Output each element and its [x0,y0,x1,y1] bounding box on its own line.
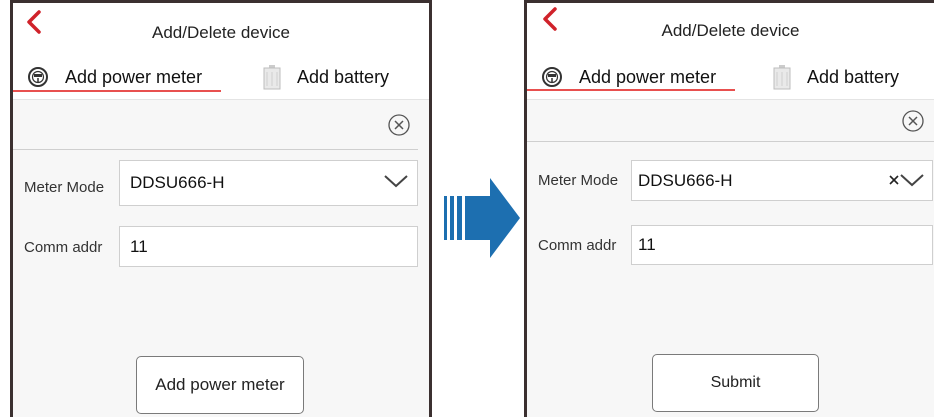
comm-addr-value: 11 [130,236,148,256]
comm-addr-label: Comm addr [538,237,617,254]
power-meter-icon [541,66,563,88]
active-tab-indicator [527,89,735,91]
comm-addr-value: 11 [638,235,656,254]
add-power-meter-button[interactable]: Add power meter [136,356,304,414]
tab-divider [13,99,429,100]
meter-mode-value: DDSU666-H [638,170,733,190]
close-icon[interactable] [387,113,411,137]
page-title: Add/Delete device [152,23,290,42]
meter-mode-value: DDSU666-H [130,173,225,192]
comm-addr-input[interactable]: 11 [631,225,933,265]
title-bar: Add/Delete device [527,3,934,55]
battery-icon [263,64,281,90]
tab-add-battery[interactable]: Add battery [773,55,899,99]
tab-label: Add battery [297,66,390,87]
active-tab-indicator [13,90,221,92]
tab-label: Add power meter [65,66,203,87]
right-arrow-icon [444,178,520,258]
title-bar: Add/Delete device [13,3,429,55]
screen-before: Add/Delete device Add power meter Add ba… [10,0,432,417]
comm-addr-input[interactable]: 11 [119,226,418,267]
power-meter-icon [27,66,49,88]
meter-mode-label: Meter Mode [538,172,619,189]
tab-add-battery[interactable]: Add battery [263,55,389,99]
meter-mode-label: Meter Mode [24,179,105,196]
close-icon[interactable] [901,109,925,133]
meter-mode-select[interactable]: DDSU666-H [119,160,418,206]
battery-icon [773,64,791,90]
screen-after: Add/Delete device Add power meter Add ba… [524,0,934,417]
chevron-down-icon[interactable] [383,173,409,189]
section-divider [527,141,934,142]
tab-add-power-meter[interactable]: Add power meter [27,55,202,99]
submit-button[interactable]: Submit [652,354,819,412]
chevron-down-icon[interactable] [899,172,925,188]
tab-label: Add battery [807,66,900,87]
comm-addr-label: Comm addr [24,239,103,256]
tab-bar: Add power meter Add battery [527,55,934,99]
tab-divider [527,99,934,100]
section-divider [13,149,418,150]
tab-label: Add power meter [579,66,717,87]
page-title: Add/Delete device [661,21,800,40]
tab-bar: Add power meter Add battery [13,55,429,99]
tab-add-power-meter[interactable]: Add power meter [541,55,716,99]
